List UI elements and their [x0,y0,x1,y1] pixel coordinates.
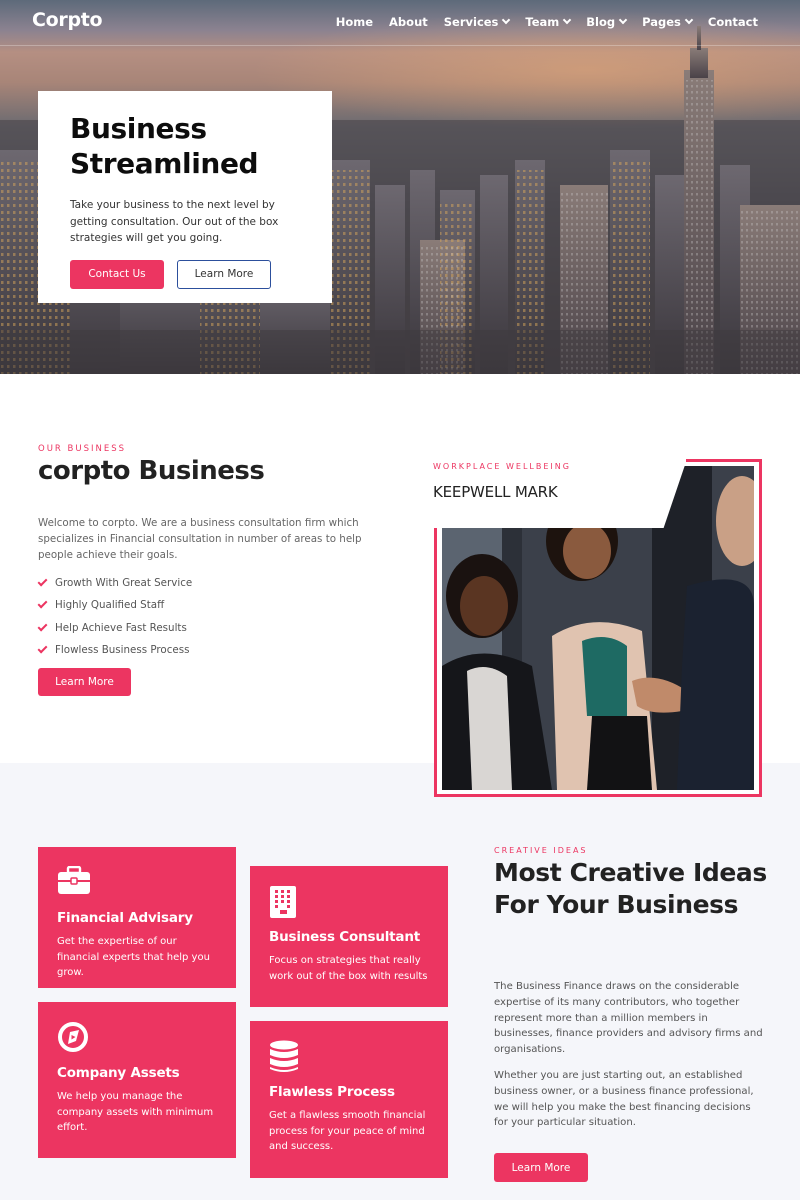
keepwell-card: WORKPLACE WELLBEING KEEPWELL MARK [406,440,686,528]
hero-section: Corpto Home About Services Team Blog Pag… [0,0,800,374]
check-icon [37,643,48,654]
about-description: Welcome to corpto. We are a business con… [38,517,362,561]
checklist-item: Help Achieve Fast Results [37,617,192,639]
nav-blog[interactable]: Blog [586,15,628,29]
service-card-financial-advisary[interactable]: Financial Advisary Get the expertise of … [38,847,236,988]
site-logo[interactable]: Corpto [32,9,103,31]
nav-home[interactable]: Home [336,15,373,29]
checklist-item-label: Growth With Great Service [55,577,193,590]
database-icon [269,1040,429,1072]
checklist-item-label: Flowless Business Process [55,644,190,657]
checklist-item: Growth With Great Service [37,572,193,594]
keepwell-title: KEEPWELL MARK [433,483,558,501]
checklist-item-label: Highly Qualified Staff [55,599,165,612]
service-description: Focus on strategies that really work out… [269,955,428,982]
building-icon [269,885,429,918]
ideas-paragraph-1: The Business Finance draws on the consid… [494,981,763,1056]
chevron-down-icon [618,15,628,25]
nav-contact[interactable]: Contact [708,15,758,29]
briefcase-icon [57,865,217,898]
checklist-item: Highly Qualified Staff [37,594,192,616]
nav-team-label: Team [525,15,560,29]
nav-pages[interactable]: Pages [642,15,694,29]
hero-title: Business Streamlined [70,111,300,181]
about-eyebrow: OUR BUSINESS [38,444,126,454]
nav-divider [0,45,800,46]
service-description: Get a flawless smooth financial process … [269,1110,426,1153]
hero-buttons: Contact Us Learn More [70,259,300,289]
hero-card: Business Streamlined Take your business … [38,91,332,303]
service-title: Business Consultant [269,929,420,945]
nav-pages-label: Pages [642,15,681,29]
chevron-down-icon [563,15,572,25]
nav-home-label: Home [335,15,374,29]
nav-about[interactable]: About [389,15,428,29]
keepwell-eyebrow: WORKPLACE WELLBEING [433,462,571,471]
service-card-company-assets[interactable]: Company Assets We help you manage the co… [38,1002,236,1158]
nav-about-label: About [389,15,428,29]
nav-services-label: Services [443,15,499,29]
nav-team[interactable]: Team [525,15,572,29]
hero-learn-more-button[interactable]: Learn More [177,259,271,289]
about-learn-more-button[interactable]: Learn More [38,668,131,696]
service-card-flawless-process[interactable]: Flawless Process Get a flawless smooth f… [250,1021,448,1178]
nav-services[interactable]: Services [443,15,511,29]
hero-title-line2: Streamlined [70,147,259,180]
nav-blog-label: Blog [586,15,616,29]
nav-contact-label: Contact [707,15,758,29]
ideas-paragraph-2: Whether you are just starting out, an es… [494,1070,754,1129]
service-title: Flawless Process [269,1084,395,1100]
compass-icon [57,1021,217,1053]
checklist-item: Flowless Business Process [37,639,192,661]
main-nav: Home About Services Team Blog Pages Cont… [320,15,758,29]
ideas-title: Most Creative Ideas For Your Business [494,858,767,919]
service-description: Get the expertise of our financial exper… [57,936,210,979]
service-description: We help you manage the company assets wi… [57,1091,214,1134]
checklist-item-label: Help Achieve Fast Results [55,621,187,634]
feature-checklist: Growth With Great Service Highly Qualifi… [37,572,193,661]
service-card-business-consultant[interactable]: Business Consultant Focus on strategies … [250,866,448,1007]
service-title: Financial Advisary [57,910,193,926]
ideas-eyebrow: CREATIVE IDEAS [494,846,588,855]
chevron-down-icon [684,15,694,25]
contact-us-button[interactable]: Contact Us [70,259,164,289]
hero-title-line1: Business [70,112,207,145]
service-title: Company Assets [57,1065,180,1081]
hero-description: Take your business to the next level by … [70,199,279,244]
check-icon [37,621,48,632]
ideas-learn-more-button[interactable]: Learn More [494,1153,588,1182]
chevron-down-icon [502,15,511,25]
check-icon [37,576,48,587]
check-icon [37,598,48,609]
about-title: corpto Business [38,456,265,486]
